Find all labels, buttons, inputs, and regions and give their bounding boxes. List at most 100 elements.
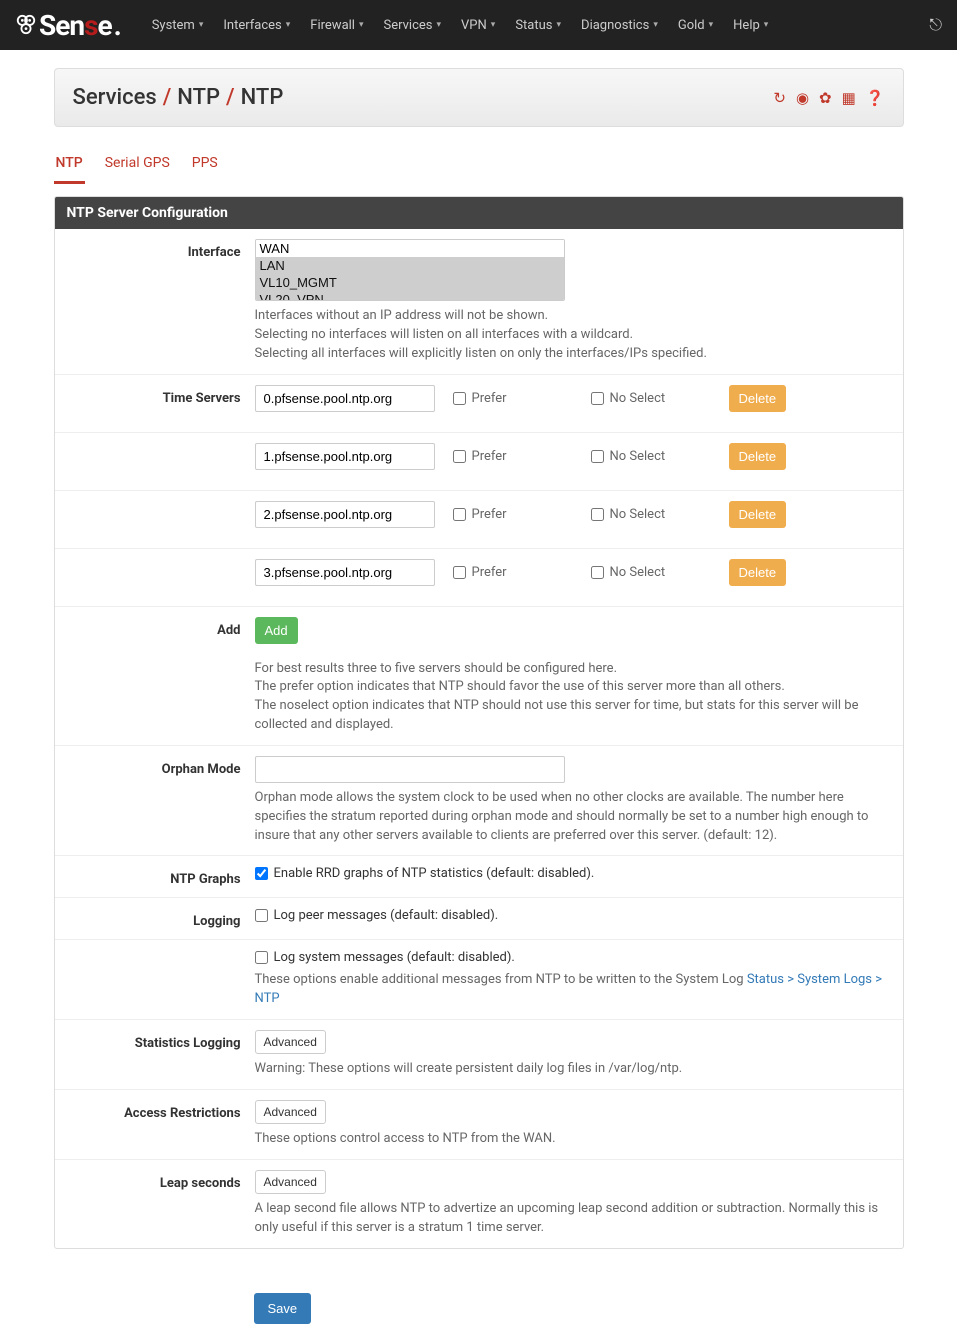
prefer-checkbox-3[interactable]: [453, 566, 466, 579]
brand-dot: .: [114, 9, 122, 42]
delete-button-1[interactable]: Delete: [729, 443, 787, 470]
stop-icon[interactable]: ◉: [796, 89, 809, 107]
nav-firewall[interactable]: Firewall▾: [300, 3, 373, 48]
timeserver-input-1[interactable]: [255, 443, 435, 470]
panel-title: NTP Server Configuration: [55, 197, 903, 229]
label-access: Access Restrictions: [55, 1100, 255, 1149]
graphs-cb-label: Enable RRD graphs of NTP statistics (def…: [274, 866, 595, 881]
graphs-checkbox[interactable]: [255, 867, 268, 880]
add-help: For best results three to five servers s…: [255, 660, 889, 735]
brand[interactable]: Sense.: [15, 9, 122, 42]
crumb-services[interactable]: Services: [73, 85, 157, 110]
delete-button-2[interactable]: Delete: [729, 501, 787, 528]
statslog-advanced-button[interactable]: Advanced: [255, 1030, 326, 1054]
tab-serial-gps[interactable]: Serial GPS: [103, 149, 172, 184]
nav-status[interactable]: Status▾: [505, 3, 571, 48]
chevron-down-icon: ▾: [653, 20, 658, 30]
tab-ntp[interactable]: NTP: [54, 149, 85, 184]
noselect-checkbox-0[interactable]: [591, 392, 604, 405]
prefer-checkbox-0[interactable]: [453, 392, 466, 405]
opt-vl20[interactable]: VL20_VPN: [256, 291, 564, 301]
noselect-checkbox-1[interactable]: [591, 450, 604, 463]
restart-icon[interactable]: ↻: [773, 89, 786, 107]
chevron-down-icon: ▾: [764, 20, 769, 30]
prefer-label: Prefer: [472, 449, 507, 464]
leap-advanced-button[interactable]: Advanced: [255, 1170, 326, 1194]
top-navbar: Sense. System▾ Interfaces▾ Firewall▾ Ser…: [0, 0, 957, 50]
chevron-down-icon: ▾: [491, 20, 496, 30]
breadcrumb-sep: /: [226, 85, 235, 110]
chevron-down-icon: ▾: [199, 20, 204, 30]
log-peer-label: Log peer messages (default: disabled).: [274, 908, 499, 923]
nav-interfaces[interactable]: Interfaces▾: [213, 3, 300, 48]
nav-vpn[interactable]: VPN▾: [451, 3, 505, 48]
timeserver-input-0[interactable]: [255, 385, 435, 412]
timeserver-input-3[interactable]: [255, 559, 435, 586]
breadcrumb-actions: ↻ ◉ ✿ ▦ ❓: [773, 89, 884, 107]
nav-diagnostics[interactable]: Diagnostics▾: [571, 3, 668, 48]
log-sys-checkbox[interactable]: [255, 951, 268, 964]
crumb-ntp-1[interactable]: NTP: [177, 85, 220, 110]
crumb-ntp-2: NTP: [241, 85, 284, 110]
save-button[interactable]: Save: [254, 1293, 312, 1324]
help-icon[interactable]: ❓: [866, 89, 885, 107]
noselect-label: No Select: [610, 449, 666, 464]
prefer-checkbox-1[interactable]: [453, 450, 466, 463]
label-interface: Interface: [55, 239, 255, 364]
chevron-down-icon: ▾: [359, 20, 364, 30]
prefer-label: Prefer: [472, 565, 507, 580]
leap-help: A leap second file allows NTP to adverti…: [255, 1200, 889, 1238]
nav-services[interactable]: Services▾: [374, 3, 452, 48]
timeserver-row: Prefer No Select Delete: [255, 501, 889, 528]
nav-help[interactable]: Help▾: [723, 3, 778, 48]
panel-ntp-config: NTP Server Configuration Interface WAN L…: [54, 196, 904, 1249]
label-logging: Logging: [55, 908, 255, 929]
interface-select[interactable]: WAN LAN VL10_MGMT VL20_VPN: [255, 239, 565, 301]
chevron-down-icon: ▾: [437, 20, 442, 30]
nav-menu: System▾ Interfaces▾ Firewall▾ Services▾ …: [142, 3, 779, 48]
orphan-input[interactable]: [255, 756, 565, 783]
noselect-label: No Select: [610, 507, 666, 522]
noselect-label: No Select: [610, 565, 666, 580]
nav-gold[interactable]: Gold▾: [668, 3, 723, 48]
breadcrumb-bar: Services / NTP / NTP ↻ ◉ ✿ ▦ ❓: [54, 68, 904, 127]
label-add: Add: [55, 617, 255, 735]
label-leap: Leap seconds: [55, 1170, 255, 1238]
timeserver-input-2[interactable]: [255, 501, 435, 528]
chevron-down-icon: ▾: [557, 20, 562, 30]
timeserver-row: Prefer No Select Delete: [255, 559, 889, 586]
access-advanced-button[interactable]: Advanced: [255, 1100, 326, 1124]
opt-vl10[interactable]: VL10_MGMT: [256, 274, 564, 291]
delete-button-3[interactable]: Delete: [729, 559, 787, 586]
statslog-help: Warning: These options will create persi…: [255, 1060, 889, 1079]
chevron-down-icon: ▾: [286, 20, 291, 30]
nav-system[interactable]: System▾: [142, 3, 214, 48]
list-icon[interactable]: ▦: [842, 89, 856, 107]
timeserver-row: Prefer No Select Delete: [255, 443, 889, 470]
add-button[interactable]: Add: [255, 617, 298, 644]
logging-help: These options enable additional messages…: [255, 971, 889, 1009]
orphan-help: Orphan mode allows the system clock to b…: [255, 789, 889, 846]
tab-pps[interactable]: PPS: [190, 149, 220, 184]
gear-icon[interactable]: ✿: [819, 89, 832, 107]
prefer-label: Prefer: [472, 391, 507, 406]
noselect-checkbox-2[interactable]: [591, 508, 604, 521]
opt-lan[interactable]: LAN: [256, 257, 564, 274]
logout-icon[interactable]: ⎋: [929, 15, 942, 35]
label-statslog: Statistics Logging: [55, 1030, 255, 1079]
noselect-checkbox-3[interactable]: [591, 566, 604, 579]
breadcrumb: Services / NTP / NTP: [73, 85, 284, 110]
label-orphan: Orphan Mode: [55, 756, 255, 846]
prefer-label: Prefer: [472, 507, 507, 522]
access-help: These options control access to NTP from…: [255, 1130, 889, 1149]
brand-logo-icon: [15, 14, 37, 36]
timeserver-row: Prefer No Select Delete: [255, 385, 889, 412]
log-peer-checkbox[interactable]: [255, 909, 268, 922]
tabs: NTP Serial GPS PPS: [54, 149, 904, 184]
prefer-checkbox-2[interactable]: [453, 508, 466, 521]
delete-button-0[interactable]: Delete: [729, 385, 787, 412]
label-timeservers: Time Servers: [55, 385, 255, 422]
opt-wan[interactable]: WAN: [256, 240, 564, 257]
chevron-down-icon: ▾: [709, 20, 714, 30]
noselect-label: No Select: [610, 391, 666, 406]
